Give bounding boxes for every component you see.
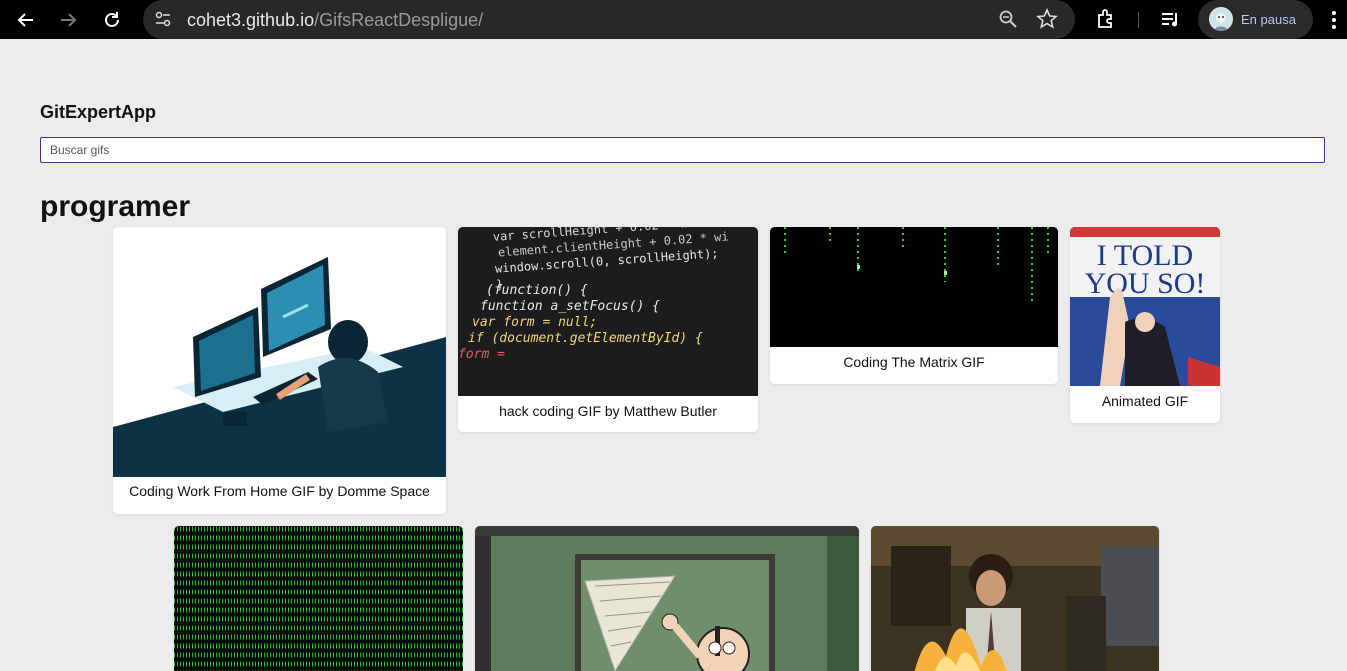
profile-status-label: En pausa (1241, 12, 1296, 27)
code-line: if (document.getElementById) { (468, 331, 703, 346)
gif-card[interactable]: Coding Work From Home GIF by Domme Space (113, 227, 446, 514)
gif-card[interactable]: ★ ★ ★ ★ ★ ★ ★ ★ ★ ★ I TOLD YOU SO! Anima… (1070, 227, 1220, 423)
category-title: programer (40, 190, 191, 223)
address-bar[interactable]: cohet3.github.io/GifsReactDespligue/ (143, 0, 1075, 39)
gif-card[interactable] (475, 526, 859, 671)
code-line: function a_setFocus() { (480, 299, 660, 314)
extensions-icon[interactable] (1095, 8, 1117, 35)
bookmark-star-icon[interactable] (1036, 8, 1058, 35)
code-line: form = (458, 347, 505, 362)
profile-button[interactable]: En pausa (1198, 0, 1313, 39)
code-line: var form = null; (472, 315, 597, 330)
gif-title: Coding The Matrix GIF (843, 354, 985, 370)
browser-toolbar: cohet3.github.io/GifsReactDespligue/ En … (0, 0, 1347, 39)
banner-line-2: YOU SO! (1085, 267, 1206, 300)
site-info-icon[interactable] (153, 9, 173, 34)
gif-card[interactable]: var scrollHeight + 0.02 * wi element.cli… (458, 227, 758, 432)
gif-image (475, 526, 859, 671)
reload-icon[interactable] (98, 6, 126, 34)
menu-kebab-icon[interactable] (1330, 10, 1338, 35)
forward-arrow-icon[interactable] (54, 6, 82, 34)
gif-image (770, 227, 1058, 347)
gif-card[interactable]: Coding The Matrix GIF (770, 227, 1058, 384)
code-line: (function() { (486, 283, 588, 298)
back-arrow-icon[interactable] (12, 6, 40, 34)
avatar (1209, 7, 1233, 31)
url-text[interactable]: cohet3.github.io/GifsReactDespligue/ (187, 10, 483, 31)
url-host: cohet3.github.io (187, 10, 315, 30)
gif-image (113, 227, 446, 477)
app-title: GitExpertApp (40, 102, 157, 122)
gif-title: hack coding GIF by Matthew Butler (499, 403, 717, 419)
zoom-icon[interactable] (998, 9, 1018, 34)
gif-image (871, 526, 1159, 671)
gif-card[interactable] (871, 526, 1159, 671)
search-input[interactable] (40, 137, 1325, 163)
gif-image: var scrollHeight + 0.02 * wi element.cli… (458, 227, 758, 396)
url-path: /GifsReactDespligue/ (314, 10, 484, 30)
gif-title: Coding Work From Home GIF by Domme Space (129, 483, 430, 499)
gif-title: Animated GIF (1101, 393, 1189, 409)
gif-image (174, 526, 463, 671)
media-queue-icon[interactable] (1160, 9, 1182, 36)
svg-text:★ ★ ★ ★ ★ ★ ★ ★ ★ ★: ★ ★ ★ ★ ★ ★ ★ ★ ★ ★ (1074, 228, 1166, 237)
gif-card[interactable] (174, 526, 463, 671)
gif-image: ★ ★ ★ ★ ★ ★ ★ ★ ★ ★ I TOLD YOU SO! (1070, 227, 1220, 386)
toolbar-divider (1138, 12, 1139, 28)
